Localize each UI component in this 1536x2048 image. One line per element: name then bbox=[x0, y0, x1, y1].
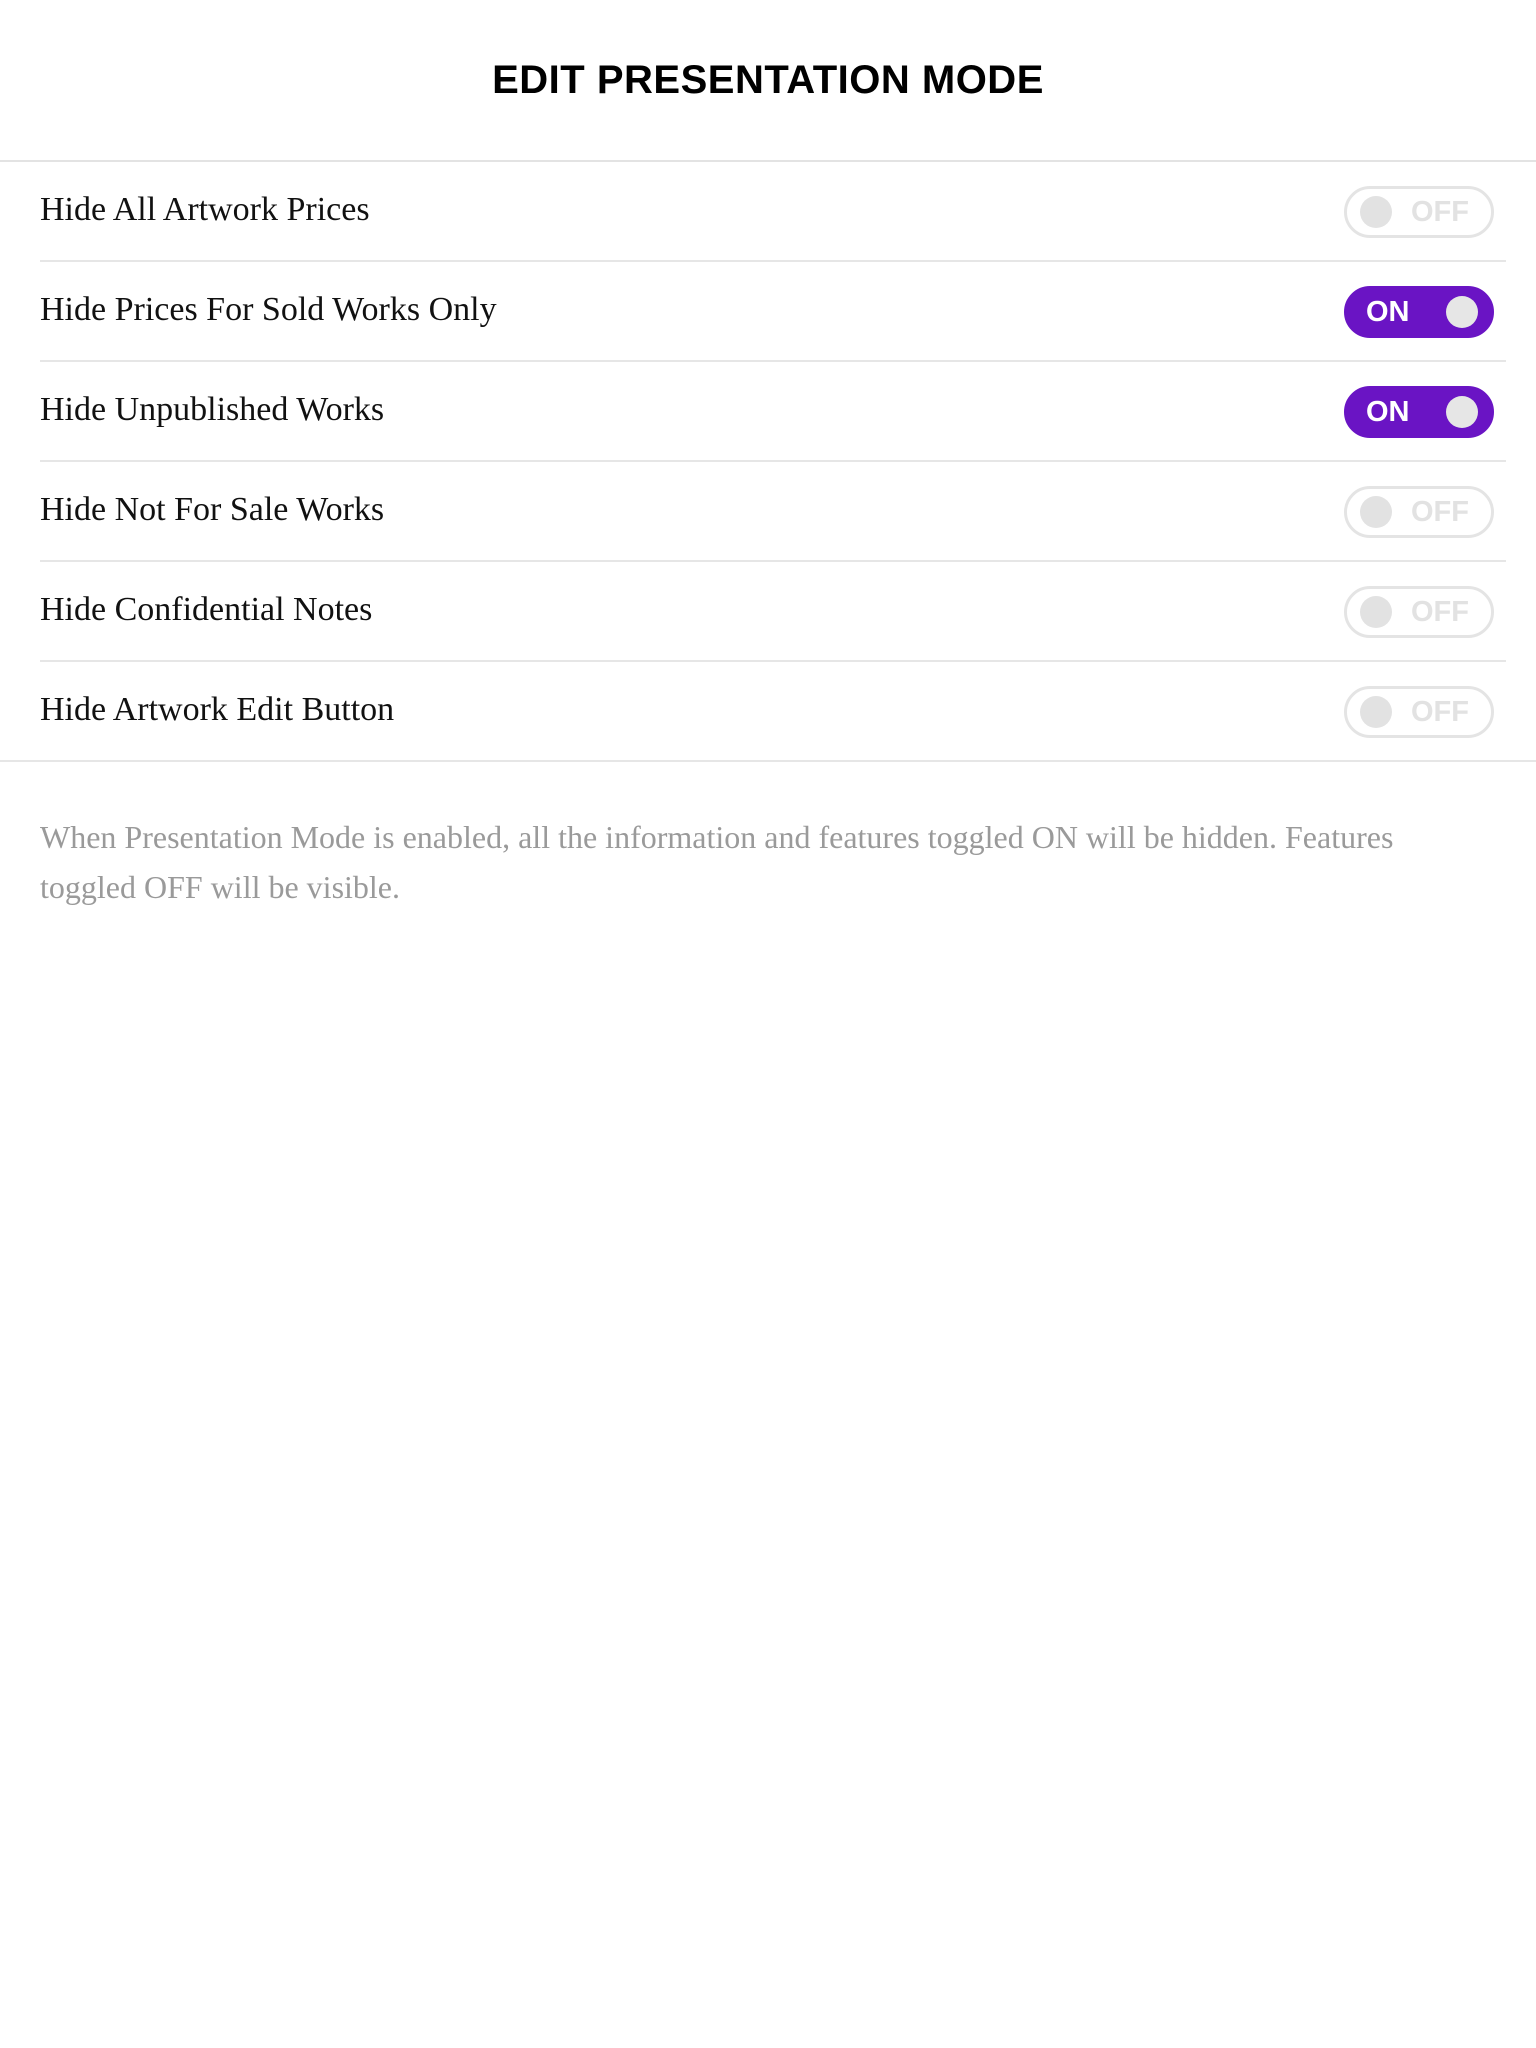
toggle-hide-prices-for-sold-works-only[interactable]: ON bbox=[1344, 286, 1494, 338]
toggle-knob bbox=[1360, 196, 1392, 228]
toggle-state-label: OFF bbox=[1411, 696, 1469, 728]
settings-list: Hide All Artwork Prices OFF Hide Prices … bbox=[0, 162, 1536, 762]
setting-row-hide-artwork-edit-button: Hide Artwork Edit Button OFF bbox=[0, 662, 1536, 762]
toggle-state-label: OFF bbox=[1411, 196, 1469, 228]
page-title: EDIT PRESENTATION MODE bbox=[492, 57, 1044, 102]
setting-label: Hide Unpublished Works bbox=[40, 391, 385, 428]
setting-row-hide-unpublished-works: Hide Unpublished Works ON bbox=[0, 362, 1536, 462]
toggle-state-label: OFF bbox=[1411, 596, 1469, 628]
toggle-hide-all-artwork-prices[interactable]: OFF bbox=[1344, 186, 1494, 238]
header-bar: EDIT PRESENTATION MODE bbox=[0, 0, 1536, 160]
presentation-mode-description: When Presentation Mode is enabled, all t… bbox=[40, 819, 1394, 905]
setting-label: Hide Not For Sale Works bbox=[40, 491, 385, 528]
toggle-state-label: ON bbox=[1366, 296, 1410, 328]
toggle-state-label: OFF bbox=[1411, 496, 1469, 528]
row-divider bbox=[0, 760, 1536, 762]
setting-row-hide-not-for-sale-works: Hide Not For Sale Works OFF bbox=[0, 462, 1536, 562]
setting-label: Hide Confidential Notes bbox=[40, 591, 373, 628]
toggle-knob bbox=[1446, 396, 1478, 428]
toggle-knob bbox=[1446, 296, 1478, 328]
toggle-knob bbox=[1360, 596, 1392, 628]
toggle-hide-artwork-edit-button[interactable]: OFF bbox=[1344, 686, 1494, 738]
toggle-hide-not-for-sale-works[interactable]: OFF bbox=[1344, 486, 1494, 538]
setting-row-hide-all-artwork-prices: Hide All Artwork Prices OFF bbox=[0, 162, 1536, 262]
toggle-knob bbox=[1360, 496, 1392, 528]
setting-label: Hide Artwork Edit Button bbox=[40, 691, 395, 728]
setting-label: Hide Prices For Sold Works Only bbox=[40, 291, 497, 328]
toggle-hide-confidential-notes[interactable]: OFF bbox=[1344, 586, 1494, 638]
toggle-knob bbox=[1360, 696, 1392, 728]
setting-row-hide-confidential-notes: Hide Confidential Notes OFF bbox=[0, 562, 1536, 662]
toggle-state-label: ON bbox=[1366, 396, 1410, 428]
toggle-hide-unpublished-works[interactable]: ON bbox=[1344, 386, 1494, 438]
setting-row-hide-prices-for-sold-works-only: Hide Prices For Sold Works Only ON bbox=[0, 262, 1536, 362]
setting-label: Hide All Artwork Prices bbox=[40, 191, 370, 228]
